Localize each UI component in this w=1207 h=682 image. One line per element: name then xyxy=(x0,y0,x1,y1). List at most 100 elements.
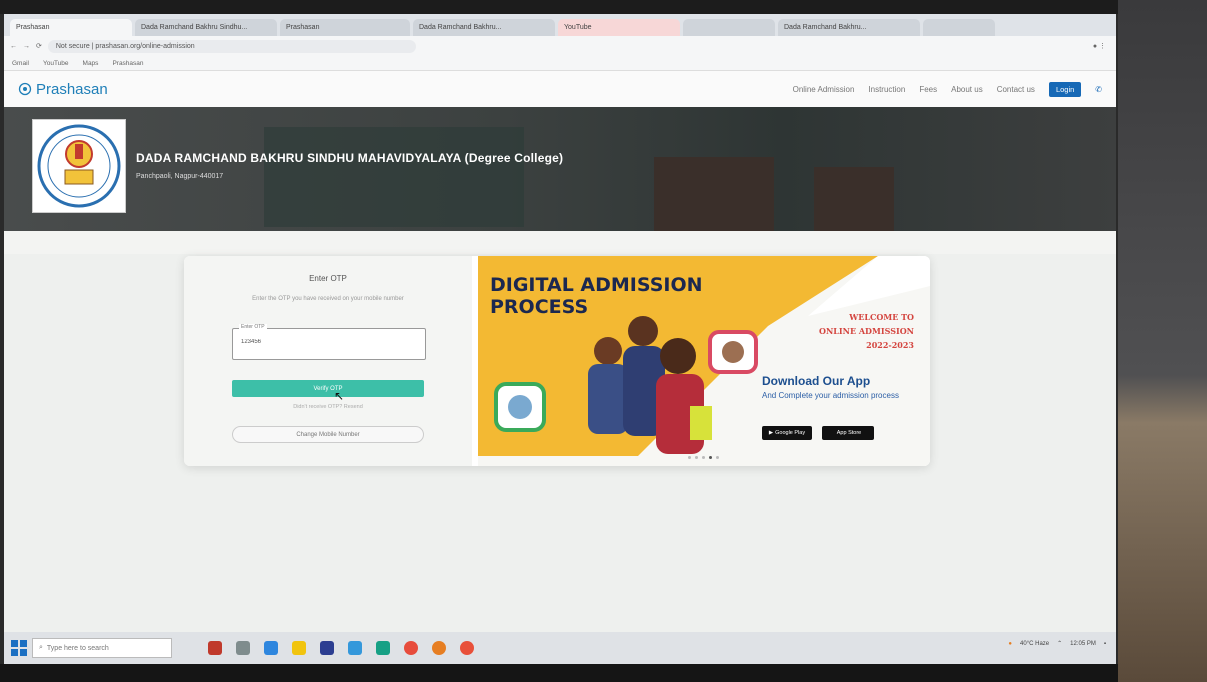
background-room xyxy=(1118,0,1207,682)
address-bar-row: ← → ⟳ Not secure | prashasan.org/online-… xyxy=(4,36,1116,56)
carousel-dot[interactable] xyxy=(702,456,705,459)
college-crest-icon xyxy=(37,124,121,208)
chrome-icon[interactable] xyxy=(460,641,474,655)
college-banner: DADA RAMCHAND BAKHRU SINDHU MAHAVIDYALAY… xyxy=(4,107,1116,231)
browser-tab[interactable]: Dada Ramchand Bakhru... xyxy=(778,19,920,36)
tab-label: Dada Ramchand Bakhru Sindhu... xyxy=(141,24,248,31)
download-app-subtitle: And Complete your admission process xyxy=(762,391,899,400)
network-icon[interactable]: ⌃ xyxy=(1057,640,1062,647)
carousel-dot[interactable] xyxy=(716,456,719,459)
banner-background-cabinet xyxy=(814,167,894,231)
app-icon[interactable] xyxy=(376,641,390,655)
back-icon[interactable]: ← xyxy=(10,43,17,50)
college-address: Panchpaoli, Nagpur-440017 xyxy=(136,173,224,180)
download-app-title: Download Our App xyxy=(762,374,871,388)
otp-title: Enter OTP xyxy=(309,274,347,283)
tab-label: Dada Ramchand Bakhru... xyxy=(784,24,867,31)
browser-tab[interactable]: YouTube xyxy=(558,19,680,36)
welcome-line: ONLINE ADMISSION xyxy=(819,326,914,336)
site-logo[interactable]: Prashasan xyxy=(18,81,108,98)
play-store-icon: ▶ xyxy=(768,430,774,436)
nav-contact-us[interactable]: Contact us xyxy=(997,85,1035,94)
otp-field-label: Enter OTP xyxy=(239,324,267,330)
store-label: Google Play xyxy=(775,430,806,436)
browser-tab[interactable]: Prashasan xyxy=(280,19,410,36)
browser-tab[interactable] xyxy=(683,19,775,36)
file-explorer-icon[interactable] xyxy=(292,641,306,655)
carousel-dot[interactable] xyxy=(709,456,712,459)
logo-icon xyxy=(18,82,32,96)
nav-fees[interactable]: Fees xyxy=(919,85,937,94)
app-store-button[interactable]: App Store xyxy=(822,426,874,440)
store-icon[interactable] xyxy=(348,641,362,655)
nav-about-us[interactable]: About us xyxy=(951,85,983,94)
welcome-text: WELCOME TO ONLINE ADMISSION 2022-2023 xyxy=(774,310,914,352)
weather-icon[interactable]: ● xyxy=(1008,641,1012,647)
site-navbar: Prashasan Online Admission Instruction F… xyxy=(4,71,1116,107)
forward-icon[interactable]: → xyxy=(23,43,30,50)
promo-banner: DIGITAL ADMISSION PROCESS WELCOME TO ONL… xyxy=(478,256,930,466)
main-content: Enter OTP Enter the OTP you have receive… xyxy=(4,254,1116,634)
weather-text[interactable]: 40°C Haze xyxy=(1020,641,1049,647)
monitor-bezel-bottom xyxy=(0,664,1118,682)
app-icon[interactable] xyxy=(320,641,334,655)
mouse-cursor-icon: ↖ xyxy=(334,389,345,403)
promo-heading-line: PROCESS xyxy=(490,296,589,318)
carousel-dot[interactable] xyxy=(695,456,698,459)
bookmark-item[interactable]: Maps xyxy=(83,60,99,67)
taskbar-apps xyxy=(208,641,474,655)
windows-start-icon[interactable] xyxy=(10,639,28,657)
login-button[interactable]: Login xyxy=(1048,81,1082,97)
notification-icon[interactable]: ▪ xyxy=(1104,641,1106,647)
browser-tab[interactable]: Dada Ramchand Bakhru Sindhu... xyxy=(135,19,277,36)
carousel-dots xyxy=(688,456,719,459)
otp-form: Enter OTP Enter the OTP you have receive… xyxy=(184,256,472,466)
bookmark-item[interactable]: Gmail xyxy=(12,60,29,67)
url-text: Not secure | prashasan.org/online-admiss… xyxy=(55,42,195,50)
bookmark-item[interactable]: YouTube xyxy=(43,60,69,67)
carousel-dot[interactable] xyxy=(688,456,691,459)
promo-heading: DIGITAL ADMISSION PROCESS xyxy=(490,274,703,318)
nav-online-admission[interactable]: Online Admission xyxy=(793,85,855,94)
college-crest xyxy=(32,119,126,213)
url-field[interactable]: Not secure | prashasan.org/online-admiss… xyxy=(47,39,416,53)
browser-tab[interactable]: Prashasan xyxy=(10,19,132,36)
banner-background-board xyxy=(264,127,524,227)
change-mobile-number-button[interactable]: Change Mobile Number xyxy=(232,426,424,443)
nav-links: Online Admission Instruction Fees About … xyxy=(793,81,1102,97)
clock[interactable]: 12:05 PM xyxy=(1070,641,1096,647)
verify-otp-button[interactable]: Verify OTP xyxy=(232,380,424,397)
google-play-button[interactable]: ▶ Google Play xyxy=(762,426,812,440)
nav-instruction[interactable]: Instruction xyxy=(868,85,905,94)
screen: Prashasan Dada Ramchand Bakhru Sindhu...… xyxy=(4,14,1116,664)
admission-card: Enter OTP Enter the OTP you have receive… xyxy=(184,256,930,466)
app-icon[interactable] xyxy=(208,641,222,655)
logo-text: Prashasan xyxy=(36,80,108,98)
edge-icon[interactable] xyxy=(264,641,278,655)
search-placeholder: Type here to search xyxy=(46,644,109,652)
reload-icon[interactable]: ⟳ xyxy=(36,42,42,50)
banner-background-cabinet xyxy=(654,157,774,231)
opera-icon[interactable] xyxy=(404,641,418,655)
taskbar-search[interactable]: ⌕ Type here to search xyxy=(32,638,172,658)
browser-tab[interactable] xyxy=(923,19,995,36)
browser-tab-bar: Prashasan Dada Ramchand Bakhru Sindhu...… xyxy=(4,14,1116,36)
tab-label: Dada Ramchand Bakhru... xyxy=(419,24,502,31)
otp-field[interactable]: Enter OTP xyxy=(232,324,426,360)
welcome-line: WELCOME TO xyxy=(849,312,914,322)
search-icon: ⌕ xyxy=(39,644,43,651)
task-view-icon[interactable] xyxy=(236,641,250,655)
otp-description: Enter the OTP you have received on your … xyxy=(252,296,404,302)
app-icon[interactable] xyxy=(432,641,446,655)
tab-label: Prashasan xyxy=(16,24,50,31)
profile-icon[interactable]: ● ⋮ xyxy=(1093,42,1106,50)
college-name: DADA RAMCHAND BAKHRU SINDHU MAHAVIDYALAY… xyxy=(136,151,564,165)
store-label: App Store xyxy=(836,430,862,436)
bookmark-item[interactable]: Prashasan xyxy=(112,60,143,67)
browser-tab[interactable]: Dada Ramchand Bakhru... xyxy=(413,19,555,36)
bookmarks-bar: Gmail YouTube Maps Prashasan xyxy=(4,56,1116,71)
otp-input[interactable] xyxy=(239,338,413,346)
phone-icon[interactable]: ✆ xyxy=(1095,85,1102,94)
windows-taskbar: ⌕ Type here to search ● 40°C Haze ⌃ 12:0… xyxy=(4,632,1116,664)
resend-otp-link[interactable]: Didn't receive OTP? Resend xyxy=(184,404,472,410)
